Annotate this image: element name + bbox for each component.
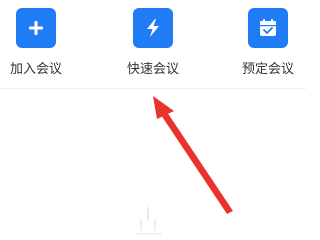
loading-icon <box>136 207 162 235</box>
red-arrow-annotation <box>153 96 233 214</box>
